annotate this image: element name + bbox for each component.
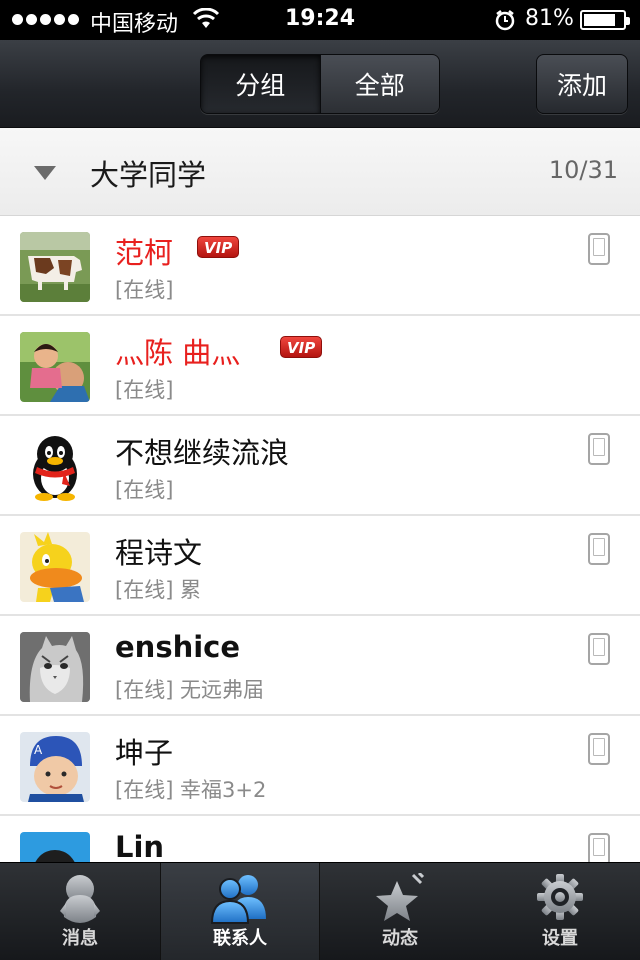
tab-label: 消息 — [62, 928, 98, 949]
segment-groups[interactable]: 分组 — [201, 55, 320, 113]
phone-icon — [588, 533, 610, 565]
contact-status: [在线] — [115, 278, 174, 302]
view-segmented-control: 分组 全部 — [200, 54, 440, 114]
contact-status: [在线] — [115, 378, 174, 402]
tab-settings[interactable]: 设置 — [480, 863, 640, 960]
contact-name: 不想继续流浪 — [115, 436, 290, 470]
contacts-icon — [210, 875, 266, 924]
contact-list: 范柯 VIP [在线] 灬陈 曲灬 VIP [在线] 不想继续流浪 [在线] 程… — [0, 216, 640, 862]
penguin-icon — [60, 875, 100, 923]
avatar: A — [20, 732, 90, 802]
tab-label: 设置 — [542, 928, 578, 949]
contact-status: [在线] 累 — [115, 578, 202, 602]
contact-row[interactable]: 不想继续流浪 [在线] — [0, 416, 640, 516]
tab-label: 动态 — [382, 928, 418, 949]
avatar — [20, 532, 90, 602]
star-icon — [376, 873, 425, 921]
contact-name: 灬陈 曲灬 — [115, 336, 241, 370]
tab-contacts[interactable]: 联系人 — [160, 863, 320, 960]
phone-icon — [588, 833, 610, 862]
avatar — [20, 232, 90, 302]
contact-status: [在线] 无远弗届 — [115, 678, 265, 702]
svg-text:A: A — [34, 743, 43, 757]
contact-name: 范柯 — [115, 236, 174, 270]
contact-row[interactable]: 程诗文 [在线] 累 — [0, 516, 640, 616]
tab-feed[interactable]: 动态 — [320, 863, 480, 960]
phone-icon — [588, 733, 610, 765]
avatar — [20, 832, 90, 862]
contact-status: [在线] — [115, 478, 174, 502]
contact-row[interactable]: Lin — [0, 816, 640, 862]
vip-badge: VIP — [280, 336, 323, 358]
add-contact-button[interactable]: 添加 — [536, 54, 628, 114]
tab-label: 联系人 — [213, 928, 267, 949]
contact-name: enshice — [115, 630, 241, 664]
contact-status: [在线] 幸福3+2 — [115, 778, 267, 802]
phone-icon — [588, 633, 610, 665]
avatar — [20, 632, 90, 702]
tab-bar: 消息 联系人 动态 设置 — [0, 862, 640, 960]
group-header[interactable]: 大学同学 10/31 — [0, 128, 640, 216]
tab-messages[interactable]: 消息 — [0, 863, 160, 960]
gear-icon — [537, 874, 583, 920]
contact-row[interactable]: A 坤子 [在线] 幸福3+2 — [0, 716, 640, 816]
alarm-clock-icon — [495, 10, 515, 31]
avatar — [20, 332, 90, 402]
contact-row[interactable]: 灬陈 曲灬 VIP [在线] — [0, 316, 640, 416]
phone-icon — [588, 233, 610, 265]
nav-bar: 分组 全部 添加 — [0, 40, 640, 128]
contact-name: Lin — [115, 830, 165, 862]
battery-percent: 81% — [525, 6, 574, 31]
vip-badge: VIP — [197, 236, 240, 258]
status-bar: 中国移动 19:24 81% — [0, 0, 640, 40]
segment-all[interactable]: 全部 — [319, 55, 439, 113]
contact-row[interactable]: enshice [在线] 无远弗届 — [0, 616, 640, 716]
contact-name: 坤子 — [115, 736, 174, 770]
contact-row[interactable]: 范柯 VIP [在线] — [0, 216, 640, 316]
expand-triangle-icon — [34, 166, 56, 180]
battery-icon — [580, 10, 630, 30]
avatar — [20, 432, 90, 502]
group-name: 大学同学 — [90, 158, 207, 192]
phone-icon — [588, 433, 610, 465]
group-online-count: 10/31 — [548, 156, 618, 184]
contact-name: 程诗文 — [115, 536, 203, 570]
